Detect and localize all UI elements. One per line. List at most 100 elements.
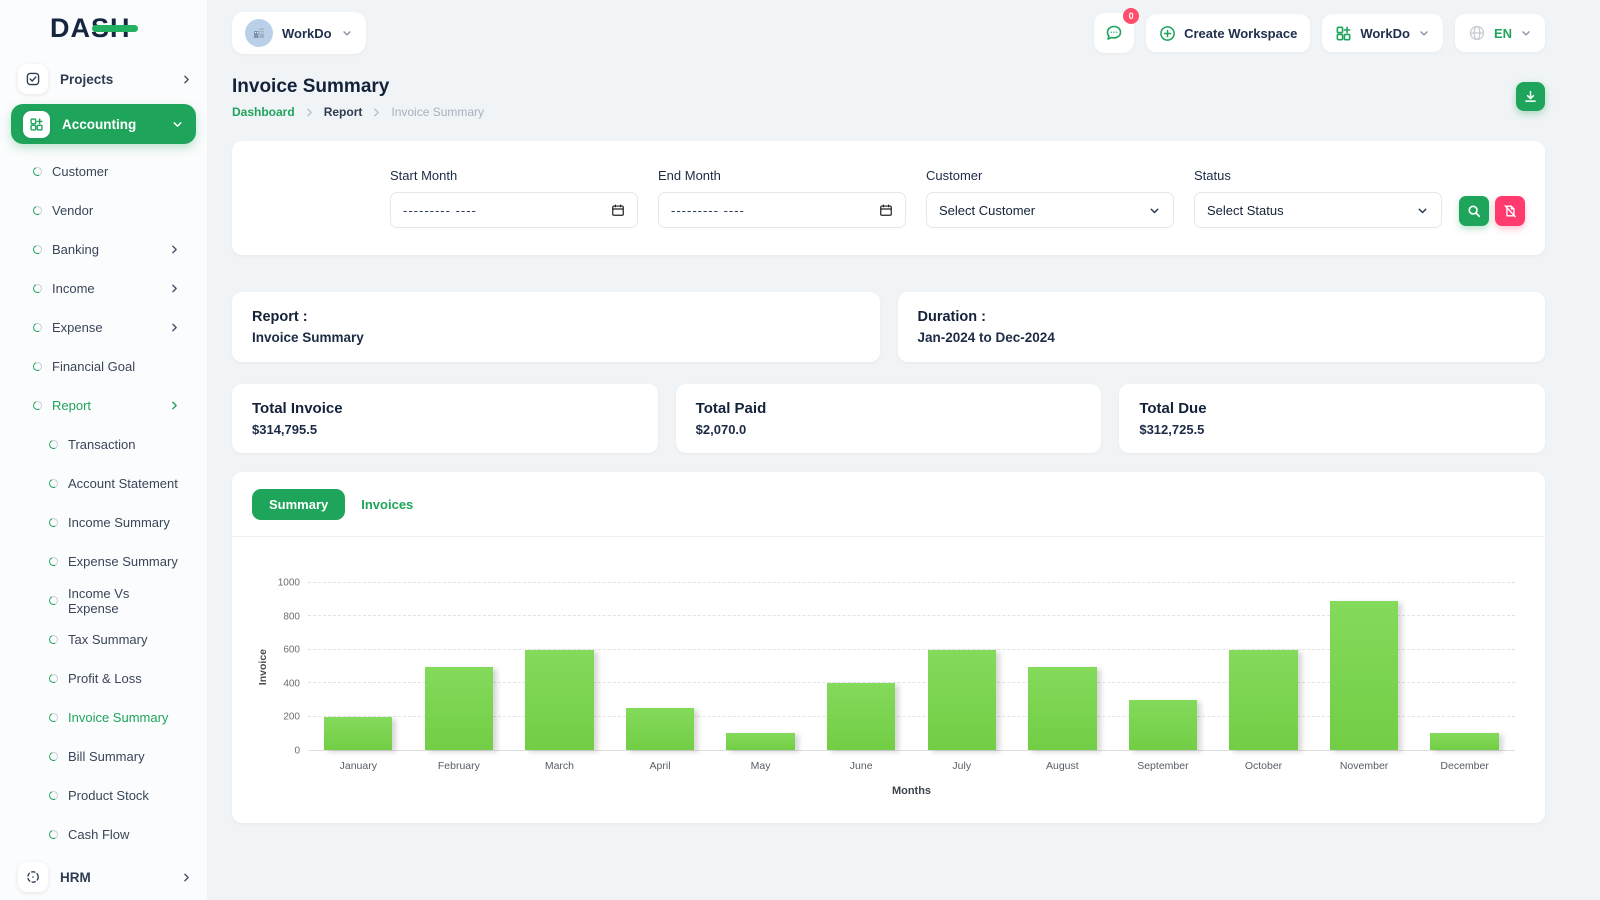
sidebar-item-label: Cash Flow xyxy=(68,827,130,842)
sidebar-item-financial-goal[interactable]: Financial Goal xyxy=(0,347,207,386)
bar-march xyxy=(525,649,594,750)
bullet-icon xyxy=(31,243,44,256)
bar-slot-august xyxy=(1012,583,1113,750)
sidebar-item-customer[interactable]: Customer xyxy=(0,152,207,191)
sidebar-item-label: Vendor xyxy=(52,203,94,218)
app-switcher-label: WorkDo xyxy=(1360,25,1410,41)
customer-field-group: Customer Select Customer xyxy=(926,168,1174,228)
bar-slot-april xyxy=(610,583,711,750)
bar-october xyxy=(1229,649,1298,750)
tab-invoices[interactable]: Invoices xyxy=(361,497,413,512)
sidebar-item-tax-summary[interactable]: Tax Summary xyxy=(0,620,207,659)
x-tick-label-november: November xyxy=(1339,760,1389,772)
end-month-input[interactable]: --------- ---- xyxy=(658,192,906,228)
topbar-right: 0 Create Workspace WorkDo EN xyxy=(1094,8,1545,53)
page-title: Invoice Summary xyxy=(232,76,390,97)
x-tick-label-july: July xyxy=(952,760,972,772)
apply-filter-button[interactable] xyxy=(1459,196,1489,226)
sidebar-item-projects[interactable]: Projects xyxy=(0,62,207,96)
sidebar-item-vendor[interactable]: Vendor xyxy=(0,191,207,230)
breadcrumb-item-report[interactable]: Report xyxy=(324,105,363,119)
sidebar-item-label: Projects xyxy=(60,71,114,87)
status-select[interactable]: Select Status xyxy=(1194,192,1442,228)
end-month-field-group: End Month --------- ---- xyxy=(658,168,906,228)
total-invoice-label: Total Invoice xyxy=(252,400,343,417)
sidebar-item-label: Accounting xyxy=(62,116,137,132)
sidebar-item-hrm[interactable]: HRM xyxy=(0,860,207,894)
x-tick-label-august: August xyxy=(1045,760,1079,772)
status-field-group: Status Select Status xyxy=(1194,168,1442,228)
total-due-card: Total Due $312,725.5 xyxy=(1119,384,1546,453)
y-tick-label: 200 xyxy=(283,711,300,723)
customer-select[interactable]: Select Customer xyxy=(926,192,1174,228)
total-due-value: $312,725.5 xyxy=(1139,422,1205,437)
sidebar-item-accounting[interactable]: Accounting xyxy=(11,104,196,144)
sidebar-item-label: Account Statement xyxy=(68,476,178,491)
duration-card-title: Duration : xyxy=(917,309,986,325)
breadcrumb-item-dashboard[interactable]: Dashboard xyxy=(232,105,295,119)
sidebar-item-report[interactable]: Report xyxy=(0,386,207,425)
sidebar-item-profit-loss[interactable]: Profit & Loss xyxy=(0,659,207,698)
sidebar-item-expense-summary[interactable]: Expense Summary xyxy=(0,542,207,581)
download-button[interactable] xyxy=(1516,82,1545,111)
total-paid-card: Total Paid $2,070.0 xyxy=(675,384,1102,453)
bar-slot-july xyxy=(911,583,1012,750)
divider xyxy=(232,536,1545,537)
workspace-switcher[interactable]: WorkDo xyxy=(232,12,366,54)
sidebar-item-cash-flow[interactable]: Cash Flow xyxy=(0,815,207,854)
file-slash-icon xyxy=(1504,205,1516,218)
calendar-icon xyxy=(612,204,624,216)
sidebar-item-banking[interactable]: Banking xyxy=(0,230,207,269)
messages-button[interactable]: 0 xyxy=(1094,8,1140,53)
start-month-input[interactable]: --------- ---- xyxy=(390,192,638,228)
sidebar-item-label: Expense xyxy=(52,320,103,335)
chevron-down-icon xyxy=(171,118,184,131)
sidebar-item-account-statement[interactable]: Account Statement xyxy=(0,464,207,503)
sidebar-item-label: Report xyxy=(52,398,92,413)
total-paid-label: Total Paid xyxy=(695,400,767,417)
bullet-icon xyxy=(47,477,60,490)
sidebar-item-product-stock[interactable]: Product Stock xyxy=(0,776,207,815)
sidebar-item-label: Income xyxy=(52,281,95,296)
bar-february xyxy=(424,666,494,750)
reset-filter-button[interactable] xyxy=(1495,196,1525,226)
report-card: Report : Invoice Summary xyxy=(232,292,880,362)
bullet-icon xyxy=(47,633,60,646)
status-label: Status xyxy=(1194,168,1231,183)
sidebar-item-bill-summary[interactable]: Bill Summary xyxy=(0,737,207,776)
chevron-right-icon xyxy=(180,871,193,884)
brand-logo[interactable]: DASH xyxy=(0,0,207,56)
brand-logo-dash xyxy=(92,25,138,32)
language-selector[interactable]: EN xyxy=(1454,14,1545,52)
start-month-label: Start Month xyxy=(390,168,458,183)
sidebar-item-income-summary[interactable]: Income Summary xyxy=(0,503,207,542)
sidebar-item-income[interactable]: Income xyxy=(0,269,207,308)
bar-slot-october xyxy=(1213,583,1314,750)
y-tick-label: 600 xyxy=(283,644,300,656)
chevron-down-icon xyxy=(1418,208,1427,213)
bullet-icon xyxy=(47,711,60,724)
main-content: WorkDo 0 Create Workspace WorkDo EN Invo… xyxy=(207,0,1600,900)
bar-may xyxy=(726,733,795,750)
app-switcher-button[interactable]: WorkDo xyxy=(1322,14,1443,52)
tab-summary[interactable]: Summary xyxy=(252,489,346,520)
sidebar-item-income-vs-expense[interactable]: Income Vs Expense xyxy=(0,581,207,620)
bullet-icon xyxy=(31,165,44,178)
bullet-icon xyxy=(47,438,60,451)
sidebar-item-label: Product Stock xyxy=(68,788,149,803)
sidebar-item-invoice-summary[interactable]: Invoice Summary xyxy=(0,698,207,737)
x-tick-label-march: March xyxy=(544,760,575,772)
total-due-label: Total Due xyxy=(1139,400,1207,417)
bar-april xyxy=(625,708,695,750)
chevron-down-icon xyxy=(1418,27,1430,39)
sidebar-item-expense[interactable]: Expense xyxy=(0,308,207,347)
create-workspace-button[interactable]: Create Workspace xyxy=(1146,14,1311,52)
sidebar-item-label: Tax Summary xyxy=(68,632,148,647)
chat-icon xyxy=(1106,25,1122,40)
create-workspace-label: Create Workspace xyxy=(1184,25,1298,41)
sidebar-item-transaction[interactable]: Transaction xyxy=(0,425,207,464)
start-month-field-group: Start Month --------- ---- xyxy=(390,168,638,228)
plus-circle-icon xyxy=(1160,25,1175,41)
sidebar-item-label: Financial Goal xyxy=(52,359,136,374)
total-paid-value: $2,070.0 xyxy=(695,422,747,437)
